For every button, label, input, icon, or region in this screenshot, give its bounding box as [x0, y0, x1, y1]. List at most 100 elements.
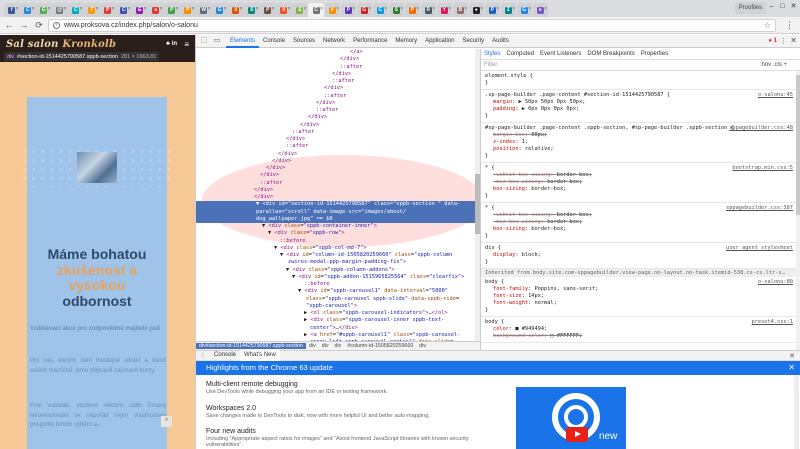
- chrome-menu-icon[interactable]: ⋮: [785, 20, 794, 31]
- dom-node-row[interactable]: </div>: [196, 100, 475, 107]
- tab-console[interactable]: Console: [259, 35, 289, 48]
- css-declaration[interactable]: color: ■ #949494;: [485, 326, 797, 333]
- css-value[interactable]: border-box;: [531, 186, 566, 192]
- breadcrumb-item[interactable]: #column-id-1505820259660: [344, 343, 416, 349]
- dom-node-row[interactable]: ::after: [196, 78, 475, 85]
- tab-close-icon[interactable]: ×: [336, 6, 339, 12]
- browser-tab[interactable]: R ×: [420, 3, 436, 17]
- tab-application[interactable]: Application: [421, 35, 458, 48]
- tab-close-icon[interactable]: ×: [528, 6, 531, 12]
- play-icon[interactable]: [566, 427, 588, 442]
- css-property[interactable]: -moz-box-sizing: [493, 219, 541, 225]
- tab-close-icon[interactable]: ×: [288, 6, 291, 12]
- tab-close-icon[interactable]: ×: [224, 6, 227, 12]
- browser-tab[interactable]: X ×: [324, 3, 340, 17]
- dom-node-row[interactable]: ::before: [196, 238, 475, 245]
- css-declaration[interactable]: font-family: Poppins, sans-serif;: [485, 286, 797, 293]
- css-source-link[interactable]: sppagebuilder.css:48: [729, 125, 793, 132]
- css-source-link[interactable]: o-salonu:80: [758, 279, 793, 286]
- scroll-to-top-button[interactable]: ^: [161, 416, 172, 427]
- browser-tab[interactable]: S ×: [292, 3, 308, 17]
- tab-close-icon[interactable]: ×: [256, 6, 259, 12]
- css-declaration[interactable]: -webkit-box-sizing: border-box;: [485, 212, 797, 219]
- dom-node-row[interactable]: ▼ <div class="sppb-row">: [196, 230, 475, 237]
- tab-security[interactable]: Security: [458, 35, 488, 48]
- reload-icon[interactable]: ⟳: [33, 19, 45, 31]
- tab-audits[interactable]: Audits: [488, 35, 513, 48]
- css-value[interactable]: border-box;: [547, 179, 582, 185]
- browser-tab[interactable]: C ×: [68, 3, 84, 17]
- dom-node-row[interactable]: ▶ <a href="#sppb-carousel1" class="sppb-…: [196, 332, 475, 339]
- css-property[interactable]: font-family: [493, 286, 528, 292]
- tab-close-icon[interactable]: ×: [48, 6, 51, 12]
- error-count-badge[interactable]: ● 1: [768, 38, 777, 44]
- filter-toggles[interactable]: :hov .cls +: [760, 62, 787, 68]
- dom-node-row[interactable]: center">…</div>: [196, 325, 475, 332]
- drawer-menu-icon[interactable]: ⋮: [196, 352, 210, 359]
- css-value[interactable]: border-box;: [557, 172, 592, 178]
- dom-node-row[interactable]: "sppb-carousel">: [196, 303, 475, 310]
- tab-close-icon[interactable]: ×: [400, 6, 403, 12]
- login-link[interactable]: ♣ in: [166, 41, 177, 47]
- breadcrumb-item[interactable]: div#section-id-1514425790587.sppb-sectio…: [196, 343, 306, 349]
- dom-node-row[interactable]: </div>: [196, 122, 475, 129]
- browser-tab[interactable]: P ×: [100, 3, 116, 17]
- dom-node-row[interactable]: ::after: [196, 64, 475, 71]
- address-bar[interactable]: i www.proksova.cz/index.php/salon/o-salo…: [48, 19, 776, 32]
- scrollbar-thumb[interactable]: [796, 75, 800, 215]
- device-toolbar-icon[interactable]: ▭: [212, 36, 222, 46]
- drawer-tab[interactable]: What's New: [240, 350, 280, 361]
- browser-tab[interactable]: E ×: [132, 3, 148, 17]
- tab-close-icon[interactable]: ×: [112, 6, 115, 12]
- css-source-link[interactable]: preset4.css:1: [752, 319, 793, 326]
- css-declaration[interactable]: margin: ▶ 50px 50px 0px 50px;: [485, 99, 797, 106]
- breadcrumb-item[interactable]: div: [319, 343, 332, 349]
- back-icon[interactable]: ←: [3, 19, 15, 31]
- dom-node-row[interactable]: ::after: [196, 129, 475, 136]
- css-source-link[interactable]: bootstrap.min.css:5: [732, 165, 793, 172]
- dom-node-row[interactable]: </div>: [196, 194, 475, 201]
- browser-tab[interactable]: ● ×: [148, 3, 164, 17]
- forward-icon[interactable]: →: [18, 19, 30, 31]
- css-declaration[interactable]: display: block;: [485, 252, 797, 259]
- css-property[interactable]: -moz-box-sizing: [493, 179, 541, 185]
- whats-new-item[interactable]: Four new audits Including "Appropriate as…: [206, 428, 506, 448]
- drawer-close-icon[interactable]: ✕: [789, 352, 795, 360]
- css-property[interactable]: font-size: [493, 293, 522, 299]
- tab-close-icon[interactable]: ×: [176, 6, 179, 12]
- css-property[interactable]: margin: [493, 99, 512, 105]
- browser-tab[interactable]: P ×: [180, 3, 196, 17]
- styles-filter[interactable]: Filter :hov .cls +: [481, 60, 800, 71]
- css-source-link[interactable]: o-salonu:45: [758, 92, 793, 99]
- css-selector[interactable]: element.style {: [485, 73, 797, 80]
- site-info-icon[interactable]: i: [53, 22, 60, 29]
- drawer-tab[interactable]: Console: [210, 350, 240, 361]
- tab-close-icon[interactable]: ×: [96, 6, 99, 12]
- tab-close-icon[interactable]: ×: [144, 6, 147, 12]
- devtools-close-icon[interactable]: ✕: [790, 36, 797, 45]
- css-declaration[interactable]: z-index: 1;: [485, 139, 797, 146]
- css-declaration[interactable]: -webkit-box-sizing: border-box;: [485, 172, 797, 179]
- css-value[interactable]: Poppins, sans-serif;: [534, 286, 598, 292]
- browser-tab[interactable]: C ×: [372, 3, 388, 17]
- styles-tab[interactable]: Event Listeners: [537, 51, 584, 57]
- browser-tab[interactable]: C ×: [116, 3, 132, 17]
- tab-elements[interactable]: Elements: [226, 35, 260, 48]
- styles-tab[interactable]: Properties: [638, 51, 671, 57]
- dom-node-row[interactable]: ▶ <div class="sppb-carousel-inner sppb-t…: [196, 317, 475, 324]
- browser-tab[interactable]: P ×: [340, 3, 356, 17]
- dom-node-row[interactable]: </div>: [196, 56, 475, 63]
- tab-close-icon[interactable]: ×: [160, 6, 163, 12]
- dom-node-row[interactable]: </div>: [196, 165, 475, 172]
- tab-close-icon[interactable]: ×: [192, 6, 195, 12]
- breadcrumb-item[interactable]: div: [416, 343, 429, 349]
- tab-close-icon[interactable]: ×: [64, 6, 67, 12]
- dom-node-row[interactable]: ::after: [196, 93, 475, 100]
- css-value[interactable]: border-box;: [557, 212, 592, 218]
- css-source-link[interactable]: user agent stylesheet: [726, 245, 793, 252]
- browser-tab[interactable]: X ×: [228, 3, 244, 17]
- css-property[interactable]: z-index: [493, 139, 515, 145]
- browser-tab[interactable]: S ×: [388, 3, 404, 17]
- css-value[interactable]: border-box;: [547, 219, 582, 225]
- css-property[interactable]: padding: [493, 106, 515, 112]
